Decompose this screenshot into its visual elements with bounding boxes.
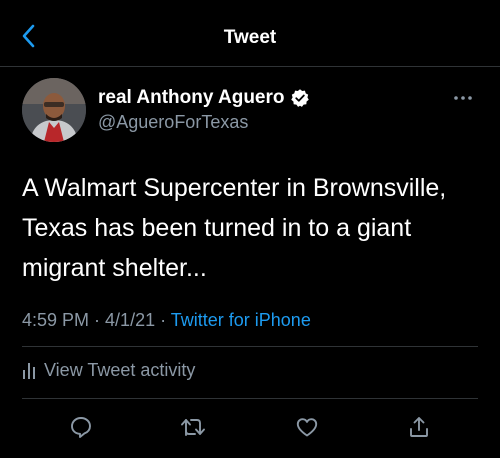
- reply-icon: [71, 417, 91, 438]
- view-tweet-activity-link[interactable]: View Tweet activity: [22, 360, 195, 381]
- page-title: Tweet: [223, 27, 277, 48]
- divider: [22, 346, 478, 347]
- display-name-row: real Anthony Aguero: [98, 87, 310, 109]
- profile-photo: [22, 78, 86, 142]
- activity-label: View Tweet activity: [44, 360, 196, 380]
- avatar[interactable]: [22, 78, 86, 142]
- verified-badge-icon: [290, 89, 309, 107]
- retweet-icon: [181, 419, 205, 436]
- user-handle[interactable]: @AgueroForTexas: [98, 112, 248, 133]
- bar-chart-icon: [23, 362, 35, 379]
- tweet-text: A Walmart Supercenter in Brownsville, Te…: [22, 174, 447, 282]
- tweet-actions: [0, 412, 500, 442]
- tweet-source-link[interactable]: Twitter for iPhone: [171, 310, 311, 330]
- tweet-date: 4/1/21: [105, 310, 156, 330]
- heart-icon: [296, 418, 318, 437]
- meta-separator: ·: [89, 310, 106, 330]
- tweet-author: real Anthony Aguero @AgueroForTexas: [22, 78, 478, 142]
- like-button[interactable]: [292, 412, 322, 442]
- display-name[interactable]: real Anthony Aguero: [98, 87, 285, 109]
- reply-button[interactable]: [66, 412, 96, 442]
- more-options-button[interactable]: [448, 88, 478, 108]
- share-icon: [410, 417, 428, 437]
- meta-separator: ·: [155, 310, 171, 330]
- share-button[interactable]: [404, 412, 434, 442]
- more-horizontal-icon: [454, 96, 472, 100]
- retweet-button[interactable]: [178, 412, 208, 442]
- top-bar: Tweet: [0, 0, 500, 67]
- tweet-time: 4:59 PM: [22, 310, 90, 330]
- divider: [22, 398, 478, 399]
- tweet-meta: 4:59 PM · 4/1/21 · Twitter for iPhone: [22, 310, 311, 331]
